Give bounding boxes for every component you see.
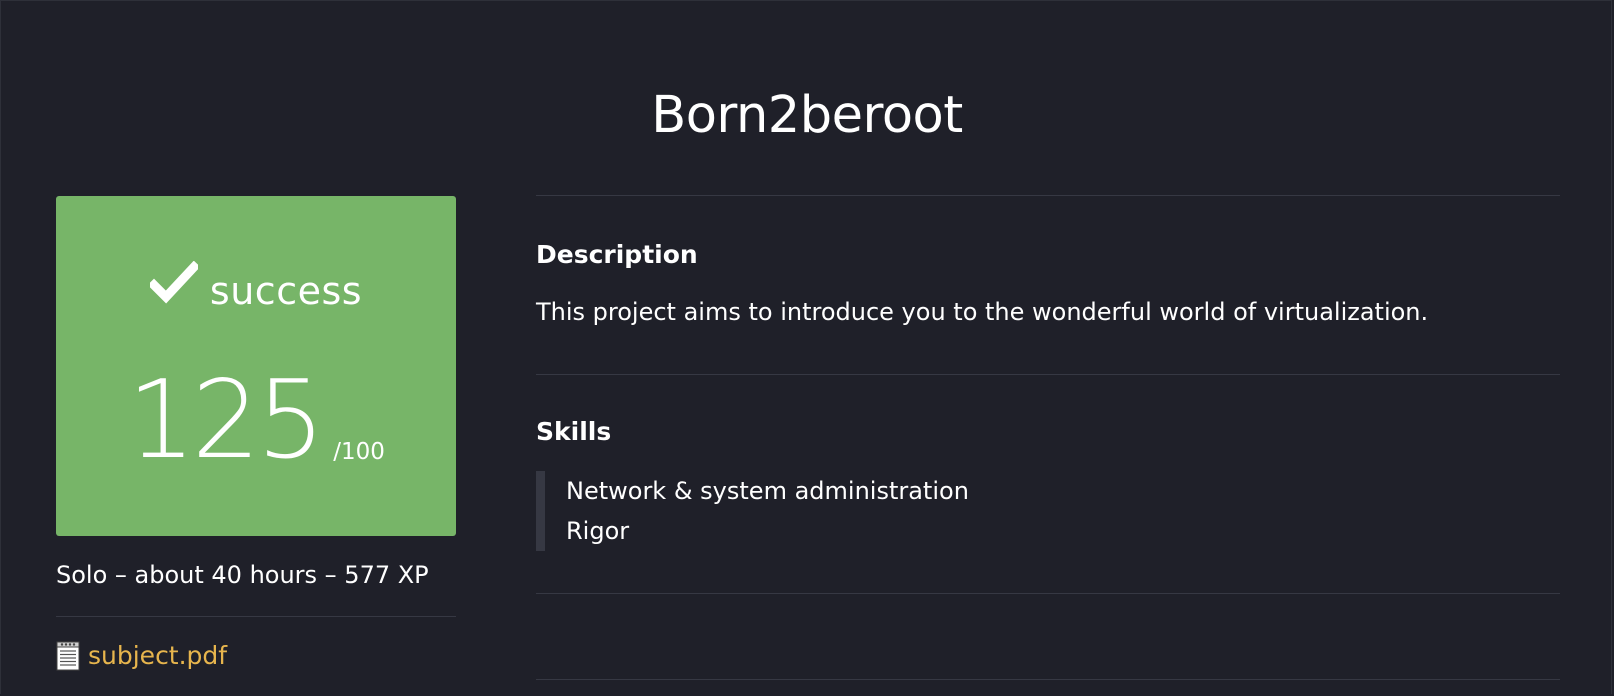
document-icon bbox=[56, 641, 80, 671]
project-title: Born2beroot bbox=[651, 86, 963, 145]
score-value: 125 bbox=[127, 358, 325, 483]
skill-item-network: Network & system administration bbox=[566, 477, 969, 505]
skills-list: Network & system administration Rigor bbox=[536, 471, 969, 551]
result-card: success 125 /100 bbox=[56, 196, 456, 536]
status-label: success bbox=[209, 269, 363, 313]
checkmark-icon bbox=[149, 261, 198, 304]
status-row: success bbox=[56, 261, 456, 316]
score-row: 125 /100 bbox=[56, 356, 456, 476]
subject-pdf-link[interactable]: subject.pdf bbox=[88, 636, 227, 676]
attachment-row[interactable]: subject.pdf bbox=[56, 636, 227, 676]
skill-item-rigor: Rigor bbox=[566, 517, 630, 545]
section-divider-description bbox=[536, 374, 1560, 375]
section-divider-top bbox=[536, 195, 1560, 196]
section-divider-bottom bbox=[536, 679, 1560, 680]
left-divider bbox=[56, 616, 456, 617]
project-meta: Solo – about 40 hours – 577 XP bbox=[56, 561, 429, 589]
skills-heading: Skills bbox=[536, 417, 612, 446]
description-text: This project aims to introduce you to th… bbox=[536, 298, 1429, 326]
score-max: /100 bbox=[333, 439, 385, 465]
description-heading: Description bbox=[536, 240, 698, 269]
section-divider-skills bbox=[536, 593, 1560, 594]
